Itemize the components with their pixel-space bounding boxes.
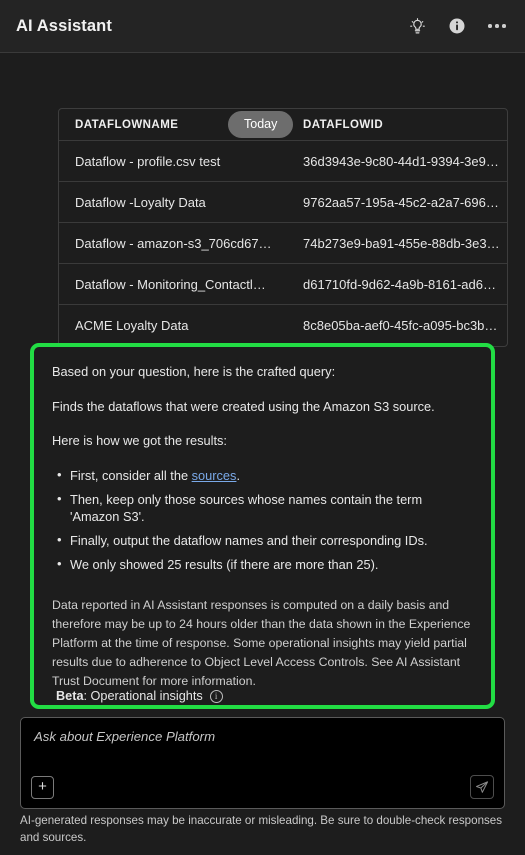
table-row[interactable]: Dataflow -Loyalty Data 9762aa57-195a-45c… xyxy=(59,182,507,223)
table-row[interactable]: ACME Loyalty Data 8c8e05ba-aef0-45fc-a09… xyxy=(59,305,507,346)
conversation-area: DATAFLOWNAME DATAFLOWID Dataflow - profi… xyxy=(0,53,525,855)
message-input[interactable]: Ask about Experience Platform xyxy=(34,729,491,744)
table-row[interactable]: Dataflow - Monitoring_Contactl… d61710fd… xyxy=(59,264,507,305)
date-divider-today: Today xyxy=(228,111,294,138)
more-dots xyxy=(488,24,506,28)
column-header-dataflowid: DATAFLOWID xyxy=(303,118,384,131)
list-item: Then, keep only those sources whose name… xyxy=(52,490,473,527)
beta-label-bold: Beta xyxy=(56,689,84,703)
cell-dataflowid: 36d3943e-9c80-44d1-9394-3e9… xyxy=(303,153,499,169)
list-item: Finally, output the dataflow names and t… xyxy=(52,531,473,550)
send-button[interactable] xyxy=(470,775,494,799)
info-outline-icon[interactable]: i xyxy=(209,689,223,703)
cell-dataflowname: ACME Loyalty Data xyxy=(75,318,189,333)
table-row[interactable]: Dataflow - profile.csv test 36d3943e-9c8… xyxy=(59,141,507,182)
titlebar: AI Assistant xyxy=(0,0,525,53)
list-item: We only showed 25 results (if there are … xyxy=(52,555,473,574)
more-options-icon[interactable] xyxy=(483,12,511,40)
answer-intro: Based on your question, here is the craf… xyxy=(52,364,336,379)
cell-dataflowid: 9762aa57-195a-45c2-a2a7-696b… xyxy=(303,194,501,210)
ai-disclaimer-footnote: AI-generated responses may be inaccurate… xyxy=(20,814,503,845)
cell-dataflowname: Dataflow - Monitoring_Contactl… xyxy=(75,276,266,292)
cell-dataflowname: Dataflow -Loyalty Data xyxy=(75,194,206,210)
beta-label: Beta: Operational insights xyxy=(56,689,203,703)
step-text-before: Finally, output the dataflow names and t… xyxy=(70,533,428,549)
beta-badge-row: Beta: Operational insights i xyxy=(56,689,223,703)
step-text-before: We only showed 25 results (if there are … xyxy=(70,557,379,573)
step-text-before: First, consider all the xyxy=(70,467,192,483)
composer: Ask about Experience Platform + xyxy=(20,717,505,809)
answer-disclaimer: Data reported in AI Assistant responses … xyxy=(52,598,471,689)
answer-steps-heading: Here is how we got the results: xyxy=(52,433,227,449)
answer-summary: Finds the dataflows that were created us… xyxy=(52,398,435,414)
add-attachment-button[interactable]: + xyxy=(31,776,54,799)
beta-label-rest: : Operational insights xyxy=(83,689,203,703)
cell-dataflowname: Dataflow - profile.csv test xyxy=(75,153,221,169)
page-title: AI Assistant xyxy=(16,16,112,35)
cell-dataflowid: d61710fd-9d62-4a9b-8161-ad6ef… xyxy=(303,276,501,292)
ai-assistant-panel: AI Assistant DATAFLOWNAME DATAFLOWID Dat… xyxy=(0,0,525,855)
sources-link[interactable]: sources xyxy=(192,468,237,483)
results-table: DATAFLOWNAME DATAFLOWID Dataflow - profi… xyxy=(58,108,508,347)
cell-dataflowid: 8c8e05ba-aef0-45fc-a095-bc3b… xyxy=(303,318,498,333)
assistant-answer-card: Based on your question, here is the craf… xyxy=(30,343,495,710)
composer-box[interactable]: Ask about Experience Platform + xyxy=(20,717,505,809)
cell-dataflowname: Dataflow - amazon-s3_706cd67… xyxy=(75,235,272,251)
step-text-after: . xyxy=(236,467,240,483)
cell-dataflowid: 74b273e9-ba91-455e-88db-3e33… xyxy=(303,235,501,251)
table-row[interactable]: Dataflow - amazon-s3_706cd67… 74b273e9-b… xyxy=(59,223,507,264)
titlebar-actions xyxy=(403,12,511,40)
list-item: First, consider all the sources. xyxy=(52,466,473,485)
answer-steps-list: First, consider all the sources. Then, k… xyxy=(52,466,473,575)
step-text-before: Then, keep only those sources whose name… xyxy=(70,491,423,525)
lightbulb-icon[interactable] xyxy=(403,12,431,40)
info-circle-icon[interactable] xyxy=(443,12,471,40)
